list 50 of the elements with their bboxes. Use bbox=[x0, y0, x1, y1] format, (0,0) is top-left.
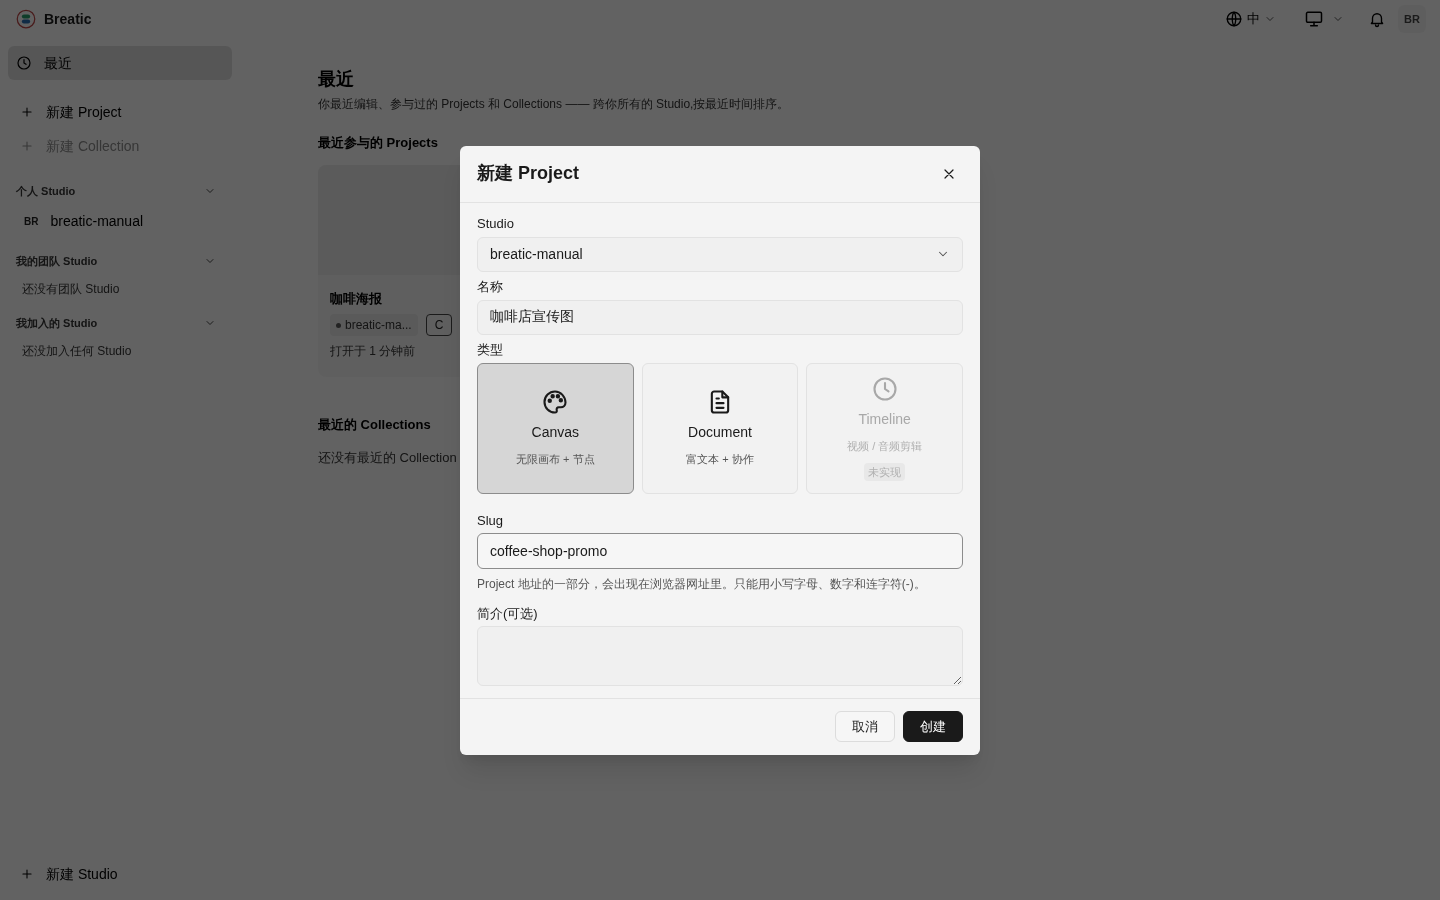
page-title: 最近 bbox=[318, 68, 354, 91]
page-subtitle: 你最近编辑、参与过的 Projects 和 Collections —— 跨你所有的 Studio,按最近时间排序。 bbox=[318, 96, 790, 113]
section-heading: 最近的 Collections bbox=[318, 415, 431, 434]
type-description: 无限画布 + 节点 bbox=[516, 452, 595, 468]
display-button[interactable] bbox=[1304, 9, 1344, 29]
empty-text: 还没有团队 Studio bbox=[21, 281, 121, 298]
slug-field[interactable]: coffee-shop-promo bbox=[477, 532, 963, 569]
type-description: 视频 / 音频剪辑 bbox=[847, 439, 923, 454]
logo-icon bbox=[16, 9, 36, 29]
app-name: Breatic bbox=[44, 9, 92, 29]
studio-tag: breatic-ma... bbox=[330, 314, 418, 336]
monitor-icon bbox=[1304, 9, 1324, 29]
type-option[interactable]: Canvas 无限画布 + 节点 bbox=[477, 362, 634, 494]
field-label: Slug bbox=[477, 511, 505, 529]
studio-initials: BR bbox=[24, 214, 39, 229]
help-text: Project 地址的一部分，会出现在浏览器网址里。只能用小写字母、数字和连字符(-)。 bbox=[477, 575, 927, 593]
clock-icon bbox=[16, 55, 32, 71]
globe-icon bbox=[1225, 10, 1243, 28]
section-header[interactable]: 我加入的 Studio bbox=[8, 314, 232, 332]
section-header[interactable]: 个人 Studio bbox=[8, 182, 232, 200]
cancel-button[interactable]: 取消 bbox=[835, 711, 895, 742]
plus-icon bbox=[20, 105, 34, 119]
studio-select[interactable]: breatic-manual bbox=[477, 236, 963, 272]
palette-icon bbox=[541, 388, 570, 417]
bell-icon[interactable] bbox=[1368, 10, 1386, 28]
description-field[interactable] bbox=[477, 625, 963, 686]
type-tag: C bbox=[425, 314, 453, 336]
avatar-button[interactable]: BR bbox=[1398, 5, 1426, 33]
studio-item[interactable]: BR breatic-manual bbox=[8, 206, 232, 236]
section-heading: 最近参与的 Projects bbox=[318, 134, 438, 152]
clock-icon bbox=[870, 375, 899, 403]
plus-icon bbox=[20, 867, 34, 881]
field-label: Studio bbox=[477, 214, 515, 232]
new-studio-button[interactable]: 新建 Studio bbox=[8, 860, 232, 888]
sidebar-action[interactable]: 新建 Project bbox=[8, 98, 232, 126]
card-time: 打开于 1 分钟前 bbox=[330, 343, 416, 360]
section-header[interactable]: 我的团队 Studio bbox=[8, 252, 232, 270]
empty-text: 还没有最近的 Collection bbox=[318, 449, 457, 467]
sidebar-item[interactable]: 最近 bbox=[8, 46, 232, 80]
card-title: 咖啡海报 bbox=[330, 289, 382, 308]
type-description: 富文本 + 协作 bbox=[686, 452, 754, 468]
language-button[interactable]: 中 bbox=[1225, 9, 1276, 29]
field-label: 名称 bbox=[477, 277, 504, 295]
empty-text: 还没加入任何 Studio bbox=[21, 343, 133, 360]
plus-icon bbox=[20, 139, 34, 153]
name-field[interactable]: 咖啡店宣传图 bbox=[477, 299, 963, 335]
create-button[interactable]: 创建 bbox=[903, 711, 963, 742]
field-label: 类型 bbox=[477, 340, 504, 358]
type-option[interactable]: Document 富文本 + 协作 bbox=[641, 362, 799, 494]
field-label: 简介(可选) bbox=[477, 604, 539, 622]
